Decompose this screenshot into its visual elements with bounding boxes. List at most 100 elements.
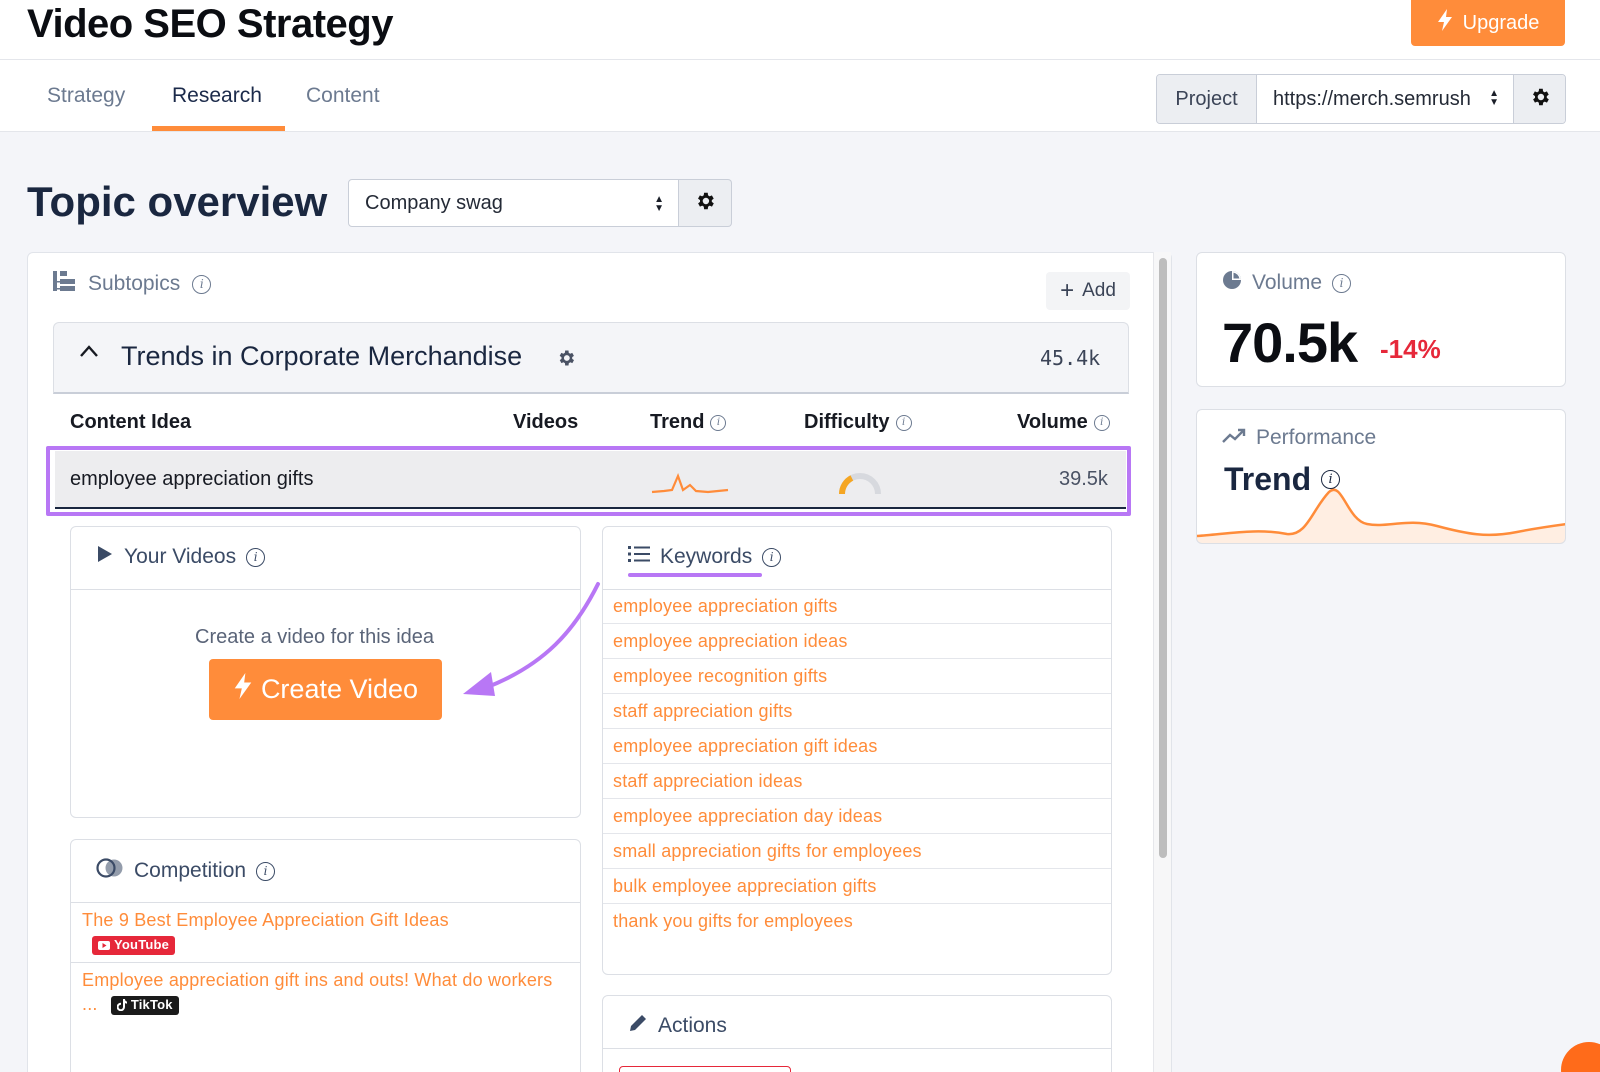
tab-strategy[interactable]: Strategy xyxy=(47,84,125,108)
upgrade-button[interactable]: Upgrade xyxy=(1411,0,1565,46)
column-header-volume: Volume i xyxy=(1017,411,1110,434)
add-subtopic-button[interactable]: + Add xyxy=(1046,272,1130,310)
info-icon[interactable]: i xyxy=(246,547,266,567)
performance-title: Trend i xyxy=(1224,461,1341,498)
pencil-icon xyxy=(628,1013,648,1039)
info-icon[interactable]: i xyxy=(1332,273,1352,293)
info-icon[interactable]: i xyxy=(895,414,912,431)
gear-icon xyxy=(694,190,716,217)
app-title: Video SEO Strategy xyxy=(27,2,393,46)
column-label: Videos xyxy=(513,411,579,433)
column-header-difficulty: Difficulty i xyxy=(804,411,912,434)
keyword-list-item: employee recognition gifts xyxy=(603,659,1111,694)
create-video-caption: Create a video for this idea xyxy=(195,626,435,648)
keywords-title: Keywords xyxy=(660,545,753,568)
keyword-link[interactable]: staff appreciation ideas xyxy=(613,771,803,792)
keyword-link[interactable]: employee appreciation gifts xyxy=(613,596,838,617)
plus-icon: + xyxy=(1060,277,1075,304)
competition-title: Competition xyxy=(134,859,247,882)
keyword-link[interactable]: thank you gifts for employees xyxy=(613,911,853,932)
subtopic-volume: 45.4k xyxy=(1040,346,1101,370)
topic-select[interactable]: Company swag ▲ ▼ xyxy=(348,179,679,227)
info-icon[interactable]: i xyxy=(1093,414,1110,431)
info-icon[interactable]: i xyxy=(256,861,276,881)
highlight-box xyxy=(46,446,1131,516)
column-header-videos: Videos xyxy=(513,411,578,434)
project-settings-button[interactable] xyxy=(1513,75,1565,123)
chevron-up-icon[interactable] xyxy=(79,344,99,363)
subtopics-header: Subtopics i xyxy=(52,270,212,298)
keyword-list-item: employee appreciation gifts xyxy=(603,589,1111,624)
performance-header: Performance xyxy=(1222,426,1376,450)
your-videos-title: Your Videos xyxy=(124,545,237,568)
divider xyxy=(71,962,580,963)
divider xyxy=(603,1048,1111,1049)
page-title: Topic overview xyxy=(27,178,328,225)
keyword-link[interactable]: bulk employee appreciation gifts xyxy=(613,876,877,897)
column-label: Volume xyxy=(1017,411,1088,433)
tab-research[interactable]: Research xyxy=(172,84,262,108)
play-icon xyxy=(96,545,114,569)
info-icon[interactable]: i xyxy=(762,547,782,567)
keyword-list-item: staff appreciation ideas xyxy=(603,764,1111,799)
volume-value: 70.5k xyxy=(1222,311,1358,374)
performance-label: Performance xyxy=(1256,426,1377,449)
keyword-list-item: bulk employee appreciation gifts xyxy=(603,869,1111,904)
keyword-list-item: employee appreciation day ideas xyxy=(603,799,1111,834)
tiktok-badge: TikTok xyxy=(110,995,179,1015)
list-icon xyxy=(628,545,650,569)
pie-chart-icon xyxy=(1222,270,1242,296)
topic-settings-button[interactable] xyxy=(679,179,732,227)
column-header-content-idea: Content Idea xyxy=(70,411,191,434)
info-icon[interactable]: i xyxy=(192,274,212,294)
scrollbar-thumb[interactable] xyxy=(1159,258,1167,858)
chat-widget-button[interactable] xyxy=(1561,1042,1600,1072)
keyword-link[interactable]: employee appreciation gift ideas xyxy=(613,736,878,757)
keyword-link[interactable]: employee appreciation ideas xyxy=(613,631,848,652)
project-selector: Project https://merch.semrush ▲ ▼ xyxy=(1156,74,1566,124)
column-label: Content Idea xyxy=(70,411,192,433)
action-button[interactable] xyxy=(619,1066,791,1072)
keyword-link[interactable]: employee recognition gifts xyxy=(613,666,827,687)
add-label: Add xyxy=(1082,280,1116,301)
create-video-button[interactable]: Create Video xyxy=(209,659,442,720)
info-icon[interactable]: i xyxy=(710,414,727,431)
keyword-list-item: employee appreciation gift ideas xyxy=(603,729,1111,764)
keyword-link[interactable]: employee appreciation day ideas xyxy=(613,806,882,827)
volume-header: Volume i xyxy=(1222,270,1352,296)
project-label: Project xyxy=(1157,75,1257,123)
volume-change: -14% xyxy=(1380,334,1441,364)
upgrade-label: Upgrade xyxy=(1462,11,1540,34)
actions-header: Actions xyxy=(628,1013,727,1039)
column-header-trend: Trend i xyxy=(650,411,727,434)
info-icon[interactable]: i xyxy=(1321,470,1341,489)
column-label: Trend xyxy=(650,411,705,433)
keywords-highlight-underline xyxy=(628,573,762,577)
competition-link[interactable]: The 9 Best Employee Appreciation Gift Id… xyxy=(82,910,449,930)
competition-item[interactable]: Employee appreciation gift ins and outs!… xyxy=(82,968,562,1016)
tab-content[interactable]: Content xyxy=(306,84,380,108)
annotation-arrow xyxy=(455,580,605,705)
project-select[interactable]: https://merch.semrush ▲ ▼ xyxy=(1257,75,1513,123)
trend-up-icon xyxy=(1222,426,1246,450)
overlap-circles-icon xyxy=(96,857,124,885)
gear-icon xyxy=(1529,86,1551,113)
volume-label: Volume xyxy=(1252,271,1323,294)
trend-title-text: Trend xyxy=(1224,461,1312,497)
topic-select-value: Company swag xyxy=(365,191,503,214)
your-videos-header: Your Videos i xyxy=(96,545,266,569)
gear-icon[interactable] xyxy=(556,348,576,373)
select-arrows-icon: ▲ ▼ xyxy=(1489,88,1499,108)
keyword-list-item: small appreciation gifts for employees xyxy=(603,834,1111,869)
competition-header: Competition i xyxy=(96,857,276,885)
divider xyxy=(71,902,580,903)
lightning-icon xyxy=(233,673,253,706)
create-video-label: Create Video xyxy=(260,674,419,704)
youtube-badge: YouTube xyxy=(92,935,176,955)
keyword-link[interactable]: small appreciation gifts for employees xyxy=(613,841,922,862)
actions-title: Actions xyxy=(658,1014,727,1037)
lightning-icon xyxy=(1437,9,1453,37)
competition-item[interactable]: The 9 Best Employee Appreciation Gift Id… xyxy=(82,908,572,956)
subtopic-title[interactable]: Trends in Corporate Merchandise xyxy=(121,341,522,372)
keyword-link[interactable]: staff appreciation gifts xyxy=(613,701,793,722)
